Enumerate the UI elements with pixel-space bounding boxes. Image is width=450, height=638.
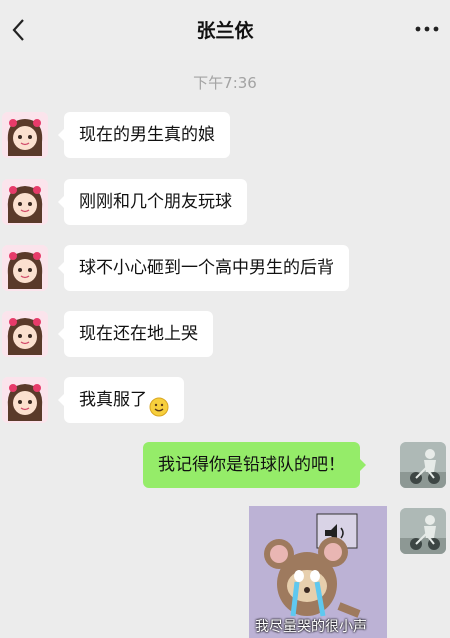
contact-avatar[interactable] xyxy=(2,112,48,158)
message-bubble-left[interactable]: 现在的男生真的娘 xyxy=(58,112,230,158)
message-bubble-left[interactable]: 我真服了 xyxy=(58,377,184,423)
message-text: 我记得你是铅球队的吧！ xyxy=(158,455,345,475)
self-avatar[interactable] xyxy=(400,508,446,554)
sticker-image[interactable]: 我尽量哭的很小声 xyxy=(249,506,387,638)
chat-header: 张兰依 xyxy=(0,0,450,60)
contact-avatar[interactable] xyxy=(2,311,48,357)
message-text: 我真服了 xyxy=(79,390,147,410)
smile-emoji-icon xyxy=(149,389,169,416)
message-text: 现在的男生真的娘 xyxy=(79,125,215,145)
message-bubble-right[interactable]: 我记得你是铅球队的吧！ xyxy=(143,442,366,488)
chat-title: 张兰依 xyxy=(196,20,254,42)
sticker-caption: 我尽量哭的很小声 xyxy=(255,619,367,635)
contact-avatar[interactable] xyxy=(2,179,48,225)
message-text: 刚刚和几个朋友玩球 xyxy=(79,192,232,212)
message-timestamp: 下午7:36 xyxy=(193,74,257,92)
contact-avatar[interactable] xyxy=(2,377,48,423)
more-dots-icon[interactable] xyxy=(414,18,440,40)
message-bubble-left[interactable]: 球不小心砸到一个高中男生的后背 xyxy=(58,245,349,291)
message-text: 球不小心砸到一个高中男生的后背 xyxy=(79,258,334,278)
message-bubble-left[interactable]: 现在还在地上哭 xyxy=(58,311,213,357)
message-bubble-left[interactable]: 刚刚和几个朋友玩球 xyxy=(58,179,247,225)
self-avatar[interactable] xyxy=(400,442,446,488)
message-text: 现在还在地上哭 xyxy=(79,324,198,344)
contact-avatar[interactable] xyxy=(2,245,48,291)
